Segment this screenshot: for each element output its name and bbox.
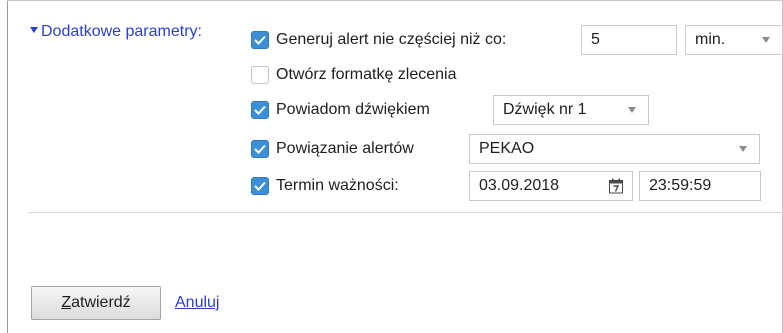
- alert-frequency-label: Generuj alert nie częściej niż co:: [276, 31, 507, 48]
- confirm-label: atwierdź: [71, 294, 131, 311]
- open-order-form-row: Otwórz formatkę zlecenia: [251, 60, 457, 90]
- expiry-row: Termin ważności:: [251, 171, 399, 201]
- cancel-link[interactable]: Anuluj: [175, 294, 219, 312]
- expiry-date-value: 03.09.2018: [479, 177, 560, 194]
- cancel-accesskey: A: [175, 294, 186, 311]
- alert-unit-value: min.: [695, 31, 726, 48]
- alert-linking-label: Powiązanie alertów: [276, 140, 414, 157]
- alert-linking-select[interactable]: PEKAO: [469, 134, 760, 164]
- cancel-label: nuluj: [185, 294, 220, 311]
- open-order-form-label: Otwórz formatkę zlecenia: [276, 66, 457, 83]
- sound-notification-row: Powiadom dźwiękiem: [251, 95, 430, 125]
- alert-frequency-row: Generuj alert nie częściej niż co:: [251, 25, 506, 55]
- checkmark-icon: [254, 35, 266, 45]
- section-divider: [28, 212, 783, 213]
- open-order-form-checkbox[interactable]: [251, 66, 269, 84]
- sound-notification-label: Powiadom dźwiękiem: [276, 101, 430, 118]
- expiry-label: Termin ważności:: [276, 177, 399, 194]
- confirm-accesskey: Z: [61, 294, 72, 311]
- expiry-checkbox[interactable]: [251, 177, 269, 195]
- alert-linking-row: Powiązanie alertów: [251, 134, 414, 164]
- alert-frequency-input[interactable]: 5: [581, 25, 677, 55]
- chevron-down-icon: [739, 146, 747, 152]
- panel-top-border: [7, 0, 783, 1]
- expiry-time-value: 23:59:59: [649, 177, 712, 194]
- additional-parameters-toggle[interactable]: Dodatkowe parametry:: [30, 23, 202, 41]
- calendar-icon[interactable]: [608, 178, 624, 194]
- sound-select-value: Dźwięk nr 1: [503, 101, 587, 118]
- alert-unit-select[interactable]: min.: [685, 25, 783, 55]
- sound-notification-checkbox[interactable]: [251, 101, 269, 119]
- confirm-button[interactable]: Zatwierdź: [31, 286, 161, 320]
- expiry-time-input[interactable]: 23:59:59: [639, 171, 761, 201]
- sound-select[interactable]: Dźwięk nr 1: [493, 95, 649, 125]
- alert-frequency-checkbox[interactable]: [251, 31, 269, 49]
- checkmark-icon: [254, 144, 266, 154]
- additional-parameters-label: Dodatkowe parametry:: [41, 23, 202, 40]
- triangle-down-icon: [30, 27, 38, 34]
- chevron-down-icon: [628, 107, 636, 113]
- checkmark-icon: [254, 105, 266, 115]
- alert-linking-checkbox[interactable]: [251, 140, 269, 158]
- alert-frequency-value: 5: [591, 31, 600, 48]
- chevron-down-icon: [762, 37, 770, 43]
- panel-left-border: [7, 0, 8, 333]
- checkmark-icon: [254, 181, 266, 191]
- alert-linking-value: PEKAO: [479, 140, 535, 157]
